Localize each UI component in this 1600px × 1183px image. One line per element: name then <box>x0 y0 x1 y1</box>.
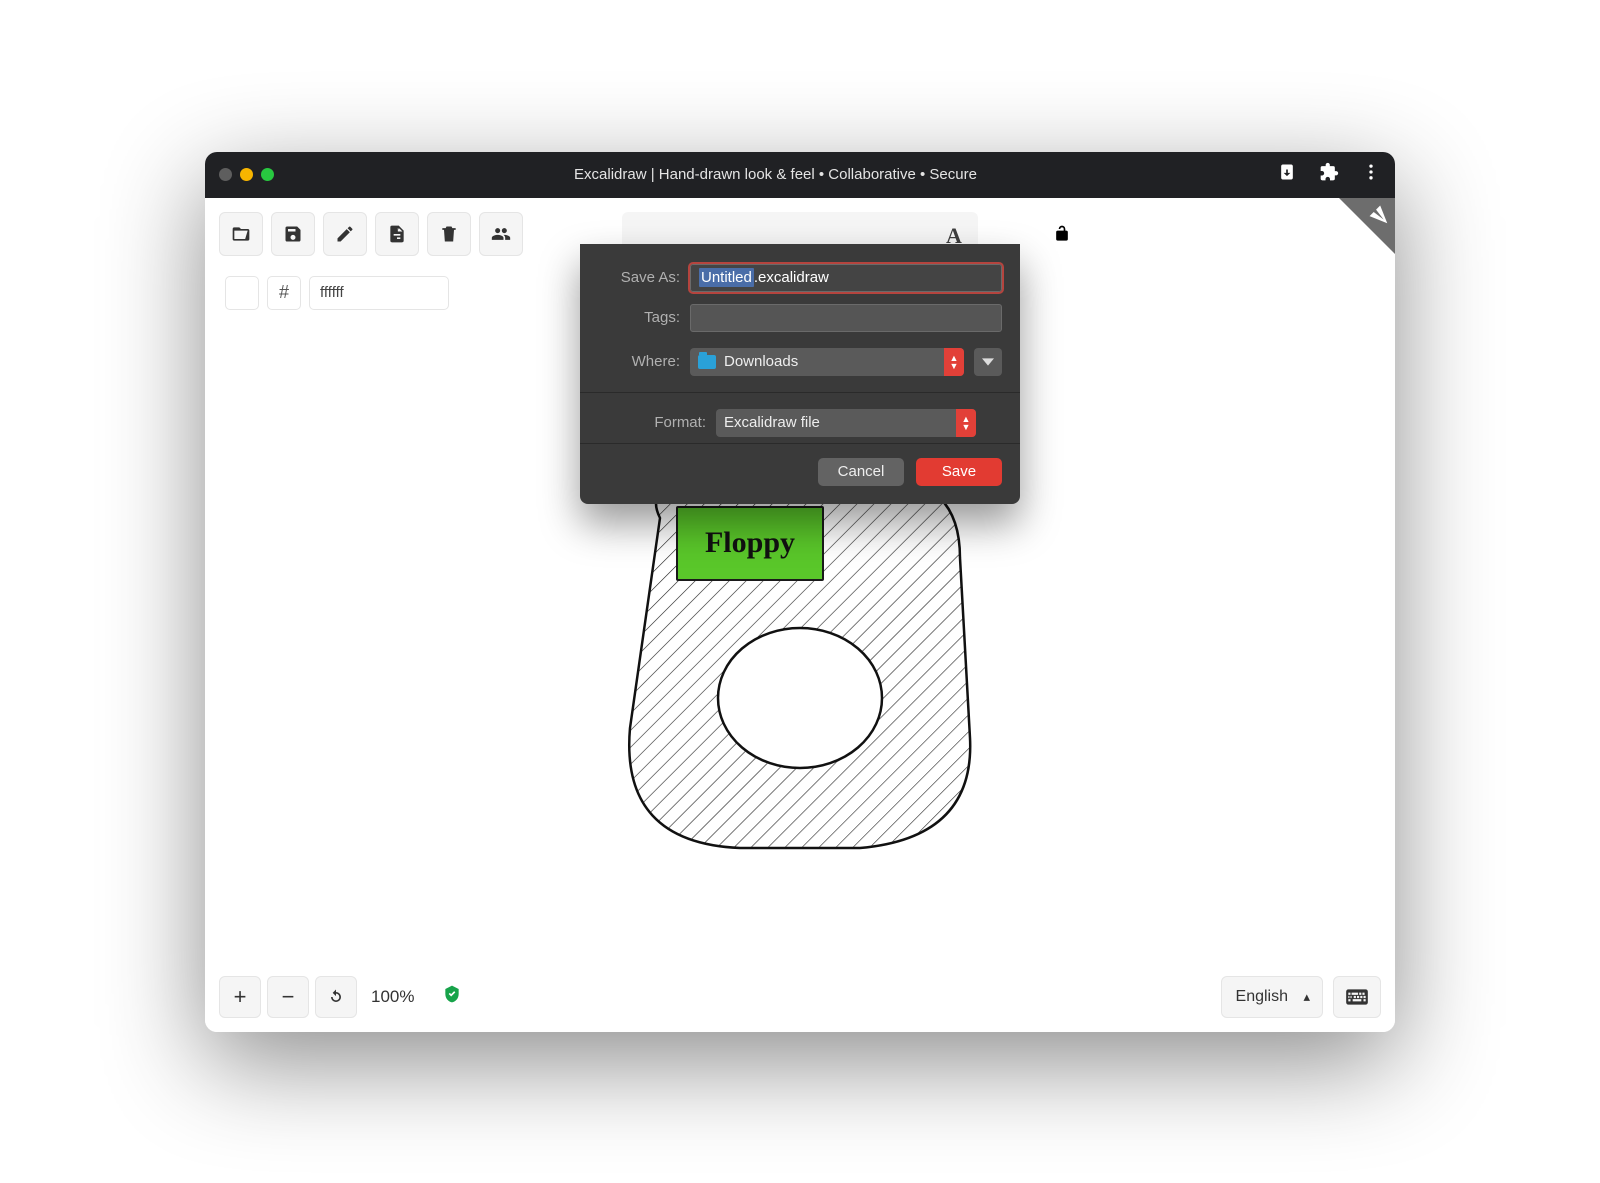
zoom-in-button[interactable]: + <box>219 976 261 1018</box>
save-as-label: Save As: <box>598 269 680 286</box>
save-as-input[interactable]: Untitled.excalidraw <box>690 264 1002 292</box>
open-button[interactable] <box>219 212 263 256</box>
language-select[interactable]: English <box>1221 976 1323 1018</box>
github-corner[interactable] <box>1339 198 1395 254</box>
save-button[interactable] <box>271 212 315 256</box>
clear-canvas-button[interactable] <box>427 212 471 256</box>
install-app-icon[interactable] <box>1277 162 1297 187</box>
language-select-value: English <box>1236 988 1288 1006</box>
hex-input[interactable] <box>309 276 449 310</box>
sticky-note: Floppy <box>676 506 824 581</box>
shortcuts-help-button[interactable] <box>1333 976 1381 1018</box>
zoom-controls: + − 100% <box>219 976 422 1018</box>
app-window: Excalidraw | Hand-drawn look & feel • Co… <box>205 152 1395 1032</box>
lock-toggle[interactable] <box>1040 212 1084 256</box>
expand-locations-button[interactable] <box>974 348 1002 376</box>
stepper-arrows-icon: ▲▼ <box>956 409 976 437</box>
traffic-lights <box>219 168 274 181</box>
hex-prefix-label: # <box>267 276 301 310</box>
bottom-bar: + − 100% English <box>219 976 1381 1018</box>
sticky-note-text: Floppy <box>705 526 795 560</box>
export-button[interactable] <box>375 212 419 256</box>
stepper-arrows-icon: ▲▼ <box>944 348 964 376</box>
window-close-button[interactable] <box>219 168 232 181</box>
where-value: Downloads <box>724 353 798 370</box>
encrypted-shield-icon[interactable] <box>442 984 462 1010</box>
extensions-icon[interactable] <box>1319 162 1339 187</box>
format-label: Format: <box>624 414 706 431</box>
window-title: Excalidraw | Hand-drawn look & feel • Co… <box>274 166 1277 183</box>
file-toolbar <box>219 212 523 256</box>
tags-input[interactable] <box>690 304 1002 332</box>
background-color-picker: # <box>219 270 455 316</box>
collaborate-button[interactable] <box>479 212 523 256</box>
folder-icon <box>698 355 716 369</box>
window-titlebar: Excalidraw | Hand-drawn look & feel • Co… <box>205 152 1395 198</box>
color-swatch[interactable] <box>225 276 259 310</box>
where-popup[interactable]: Downloads ▲▼ <box>690 348 964 376</box>
kebab-menu-icon[interactable] <box>1361 162 1381 187</box>
save-dialog: Save As: Untitled.excalidraw Tags: Where… <box>580 244 1020 504</box>
zoom-out-button[interactable]: − <box>267 976 309 1018</box>
filename-extension: .excalidraw <box>754 269 829 286</box>
filename-selected-portion: Untitled <box>699 268 754 287</box>
zoom-reset-button[interactable] <box>315 976 357 1018</box>
window-minimize-button[interactable] <box>240 168 253 181</box>
format-value: Excalidraw file <box>724 414 820 431</box>
excalidraw-app: A 8 # <box>205 198 1395 1032</box>
cancel-button[interactable]: Cancel <box>818 458 904 486</box>
browser-extension-area <box>1277 162 1381 187</box>
save-as-button[interactable] <box>323 212 367 256</box>
zoom-percent-label[interactable]: 100% <box>363 987 422 1007</box>
where-label: Where: <box>598 353 680 370</box>
format-popup[interactable]: Excalidraw file ▲▼ <box>716 409 976 437</box>
save-confirm-button[interactable]: Save <box>916 458 1002 486</box>
window-zoom-button[interactable] <box>261 168 274 181</box>
tags-label: Tags: <box>598 309 680 326</box>
